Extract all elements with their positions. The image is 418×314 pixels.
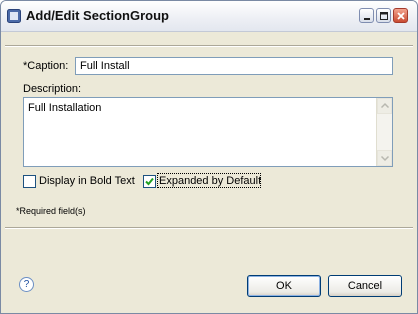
expanded-default-label[interactable]: Expanded by Default [159,175,261,187]
help-icon: ? [23,279,30,290]
close-button[interactable] [393,8,408,23]
ok-button[interactable]: OK [247,275,321,297]
form-group: *Caption: Full Install Description: Full… [15,49,403,199]
minimize-icon [364,18,370,20]
window-title: Add/Edit SectionGroup [26,8,169,23]
title-bar[interactable]: Add/Edit SectionGroup [1,1,417,32]
bold-text-label[interactable]: Display in Bold Text [39,175,135,187]
expanded-default-checkbox[interactable] [143,175,156,188]
bold-text-checkbox[interactable] [23,175,36,188]
description-text: Full Installation [28,102,102,114]
top-separator [5,45,413,47]
required-note: *Required field(s) [16,206,86,216]
app-icon [7,9,21,23]
close-icon [397,12,405,20]
checkmark-icon [145,177,154,186]
help-button[interactable]: ? [19,277,34,292]
bottom-separator [5,227,413,229]
scroll-up-button[interactable] [377,98,392,114]
scroll-down-button[interactable] [377,150,392,166]
description-scrollbar[interactable] [376,98,392,166]
minimize-button[interactable] [359,8,374,23]
dialog-window: Add/Edit SectionGroup *Caption: Full Ins… [0,0,418,314]
maximize-button[interactable] [376,8,391,23]
description-label: Description: [23,83,82,95]
description-field[interactable]: Full Installation [23,97,393,167]
caption-label: *Caption: [23,60,69,72]
cancel-button[interactable]: Cancel [328,275,402,297]
chevron-down-icon [380,155,390,162]
caption-field[interactable]: Full Install [75,57,393,75]
chevron-up-icon [380,102,390,109]
maximize-icon [380,12,388,20]
